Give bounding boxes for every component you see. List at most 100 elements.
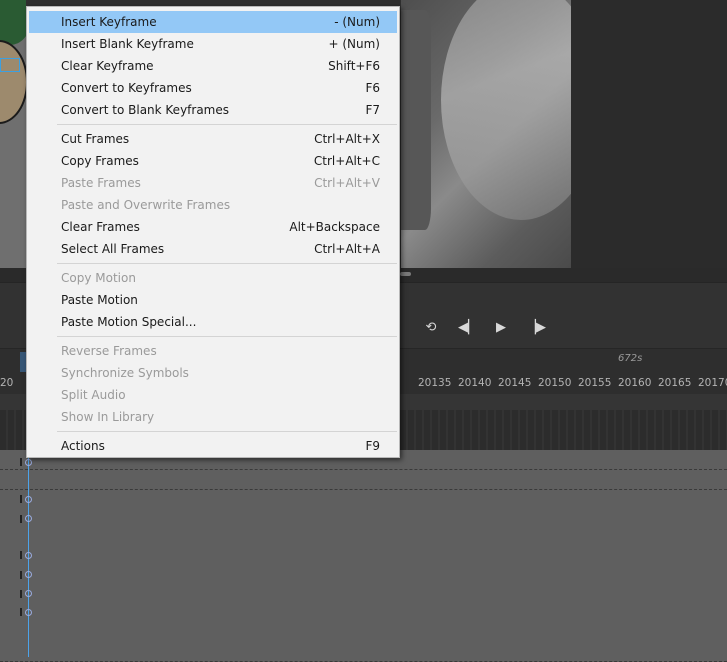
layer-marker	[20, 515, 22, 523]
layer-track[interactable]	[0, 470, 727, 490]
menu-item-label: Clear Frames	[61, 220, 140, 234]
play-icon[interactable]: ▶	[492, 319, 510, 337]
menu-item-paste-frames: Paste Frames Ctrl+Alt+V	[27, 172, 399, 194]
ruler-tick: 20140	[458, 377, 492, 389]
layer-track[interactable]	[0, 490, 727, 510]
menu-item-label: Clear Keyframe	[61, 59, 154, 73]
menu-item-reverse-frames: Reverse Frames	[27, 340, 399, 362]
menu-item-paste-motion[interactable]: Paste Motion	[27, 289, 399, 311]
menu-item-shortcut: Ctrl+Alt+C	[313, 154, 380, 168]
menu-item-synchronize-symbols: Synchronize Symbols	[27, 362, 399, 384]
resize-handle[interactable]	[400, 272, 411, 276]
menu-item-label: Reverse Frames	[61, 344, 157, 358]
menu-item-copy-frames[interactable]: Copy Frames Ctrl+Alt+C	[27, 150, 399, 172]
ruler-tick: 20135	[418, 377, 452, 389]
menu-item-paste-and-overwrite-frames: Paste and Overwrite Frames	[27, 194, 399, 216]
artwork-character	[0, 0, 26, 268]
menu-item-label: Convert to Blank Keyframes	[61, 103, 230, 117]
menu-item-shortcut: + (Num)	[328, 37, 380, 51]
menu-item-cut-frames[interactable]: Cut Frames Ctrl+Alt+X	[27, 128, 399, 150]
menu-item-convert-to-keyframes[interactable]: Convert to Keyframes F6	[27, 77, 399, 99]
menu-item-label: Cut Frames	[61, 132, 130, 146]
context-menu: Insert Keyframe - (Num) Insert Blank Keyfr…	[26, 6, 400, 458]
menu-item-shortcut: Ctrl+Alt+A	[314, 242, 380, 256]
keyframe-icon[interactable]	[25, 552, 32, 559]
menu-item-label: Convert to Keyframes	[61, 81, 192, 95]
layer-track[interactable]	[0, 509, 727, 529]
keyframe-icon[interactable]	[25, 515, 32, 522]
menu-item-label: Paste Motion Special...	[61, 315, 197, 329]
ruler-tick: 20155	[578, 377, 612, 389]
menu-item-show-in-library: Show In Library	[27, 406, 399, 428]
artwork-highlight	[441, 0, 571, 220]
ruler-tick: 20160	[618, 377, 652, 389]
menu-item-label: Paste Motion	[61, 293, 138, 307]
menu-item-label: Copy Frames	[61, 154, 139, 168]
menu-item-clear-keyframe[interactable]: Clear Keyframe Shift+F6	[27, 55, 399, 77]
layer-marker	[20, 590, 22, 598]
menu-item-shortcut: - (Num)	[334, 15, 380, 29]
menu-item-convert-to-blank-keyframes[interactable]: Convert to Blank Keyframes F7	[27, 99, 399, 121]
menu-item-shortcut: F9	[365, 439, 380, 453]
layer-track[interactable]	[0, 566, 727, 586]
step-back-icon[interactable]: ◀▏	[458, 319, 478, 337]
keyframe-icon[interactable]	[25, 459, 32, 466]
layer-marker	[20, 458, 22, 466]
layer-marker	[20, 495, 22, 503]
artwork-shadow	[401, 10, 431, 230]
layer-track[interactable]	[0, 642, 727, 662]
menu-item-label: Show In Library	[61, 410, 155, 424]
menu-separator	[57, 336, 397, 337]
menu-item-label: Split Audio	[61, 388, 126, 402]
menu-item-label: Select All Frames	[61, 242, 165, 256]
menu-item-label: Insert Keyframe	[61, 15, 157, 29]
menu-item-shortcut: Alt+Backspace	[289, 220, 380, 234]
layer-track[interactable]	[0, 547, 727, 567]
menu-item-split-audio: Split Audio	[27, 384, 399, 406]
layer-track[interactable]	[0, 528, 727, 548]
artwork-background	[401, 0, 571, 268]
keyframe-icon[interactable]	[25, 609, 32, 616]
menu-item-select-all-frames[interactable]: Select All Frames Ctrl+Alt+A	[27, 238, 399, 260]
keyframe-icon[interactable]	[25, 496, 32, 503]
menu-item-label: Paste and Overwrite Frames	[61, 198, 231, 212]
selection-box	[0, 58, 20, 72]
layer-marker	[20, 551, 22, 559]
keyframe-icon[interactable]	[25, 590, 32, 597]
menu-item-actions[interactable]: Actions F9	[27, 435, 399, 457]
menu-item-shortcut: Shift+F6	[328, 59, 380, 73]
menu-item-label: Copy Motion	[61, 271, 136, 285]
pasteboard	[571, 0, 727, 268]
menu-item-label: Paste Frames	[61, 176, 141, 190]
menu-separator	[57, 124, 397, 125]
time-label: 672s	[618, 353, 643, 364]
menu-item-clear-frames[interactable]: Clear Frames Alt+Backspace	[27, 216, 399, 238]
ruler-tick: 20145	[498, 377, 532, 389]
menu-item-copy-motion: Copy Motion	[27, 267, 399, 289]
layer-track[interactable]	[0, 604, 727, 624]
layer-marker	[20, 608, 22, 616]
ruler-tick: 20170	[698, 377, 727, 389]
character-hair	[0, 0, 26, 45]
keyframe-icon[interactable]	[25, 571, 32, 578]
layer-marker	[20, 571, 22, 579]
layer-track[interactable]	[0, 623, 727, 643]
menu-item-shortcut: Ctrl+Alt+X	[314, 132, 380, 146]
menu-separator	[57, 431, 397, 432]
menu-item-paste-motion-special[interactable]: Paste Motion Special...	[27, 311, 399, 333]
ruler-tick: 20165	[658, 377, 692, 389]
menu-item-shortcut: Ctrl+Alt+V	[314, 176, 380, 190]
character-face	[0, 40, 26, 124]
menu-item-insert-blank-keyframe[interactable]: Insert Blank Keyframe + (Num)	[27, 33, 399, 55]
layer-track[interactable]	[0, 585, 727, 605]
loop-icon[interactable]: ⟲	[422, 319, 440, 337]
step-forward-icon[interactable]: ▕▶	[526, 319, 546, 337]
menu-separator	[57, 263, 397, 264]
ruler-tick: 20	[0, 377, 14, 389]
ruler-tick: 20150	[538, 377, 572, 389]
menu-item-shortcut: F7	[365, 103, 380, 117]
menu-item-shortcut: F6	[365, 81, 380, 95]
menu-item-label: Insert Blank Keyframe	[61, 37, 194, 51]
menu-item-label: Actions	[61, 439, 105, 453]
menu-item-insert-keyframe[interactable]: Insert Keyframe - (Num)	[29, 11, 397, 33]
